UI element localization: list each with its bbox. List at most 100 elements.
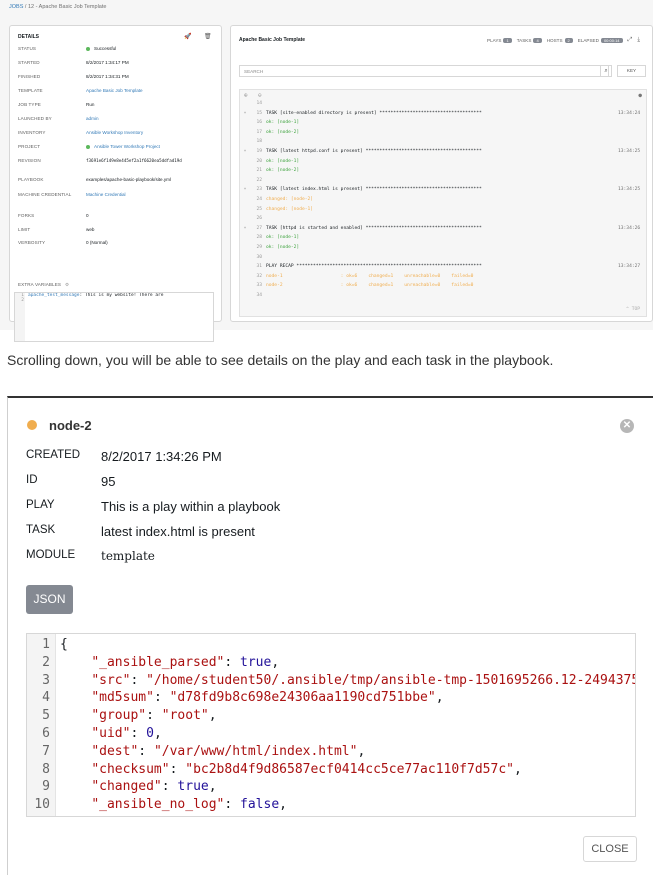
collapse-all-icon[interactable]: ⊖ [258, 92, 262, 99]
log-line: 20 ok: [node-1] [240, 159, 646, 169]
detail-value-wrap: Ansible Tower Workshop Project [86, 144, 218, 149]
log-line-timestamp: 13:34:26 [618, 225, 641, 231]
scroll-top-link[interactable]: ^ TOP [626, 307, 640, 312]
breadcrumb-separator: / [24, 4, 27, 10]
log-line: 17 ok: [node-2] [240, 130, 646, 140]
log-line-text [266, 101, 618, 111]
download-icon[interactable]: ⤓ [637, 37, 640, 44]
log-line-text: TASK [latest index.html is present] ****… [266, 187, 482, 193]
log-line-text: ok: [node-1] [266, 235, 300, 241]
json-code-viewer[interactable]: 1{2 "_ansible_parsed": true, 3 "src": "/h… [26, 633, 636, 817]
modal-title: node-2 [49, 418, 92, 433]
code-line-text: "checksum": "bc2b8d4f9d86587ecf0414cc5ce… [91, 761, 522, 777]
key-button[interactable]: KEY [617, 65, 646, 77]
collapse-caret-icon[interactable]: ▾ [240, 187, 250, 197]
log-line: 33 node-2 : ok=6 changed=1 unreachable=0 … [240, 283, 646, 293]
detail-value[interactable]: Ansible Tower Workshop Project [94, 144, 160, 149]
host-event-modal: node-2 ✕ CREATED 8/2/2017 1:34:26 PM ID 95 P… [7, 396, 653, 875]
status-dot-icon [27, 420, 37, 430]
log-spacer [240, 101, 250, 111]
scroll-down-icon[interactable]: ● [638, 92, 642, 99]
breadcrumb-jobs-link[interactable]: JOBS [9, 4, 23, 10]
detail-label: REVISION [18, 158, 41, 163]
log-line-timestamp: 13:34:25 [618, 149, 641, 154]
code-line-number: 7 [42, 743, 50, 759]
log-line-timestamp [618, 207, 646, 217]
json-tab-button[interactable]: JSON [26, 585, 73, 614]
log-line: 29 ok: [node-2] [240, 245, 646, 255]
detail-value[interactable]: Ansible Workshop Inventory [86, 130, 218, 135]
log-spacer [240, 207, 250, 217]
extra-variables-label-row: EXTRA VARIABLES ⚙ [18, 282, 218, 288]
detail-value[interactable]: admin [86, 116, 218, 121]
code-line-text: "changed": true, [91, 779, 217, 795]
stdout-log[interactable]: ⊕ ⊖ ● 14 ▾ 15 TASK [site-enabled directory … [239, 89, 647, 317]
log-line-timestamp: 13:34:24 [618, 110, 641, 116]
log-line-timestamp [618, 120, 646, 130]
log-line-number: 14 [256, 101, 262, 106]
code-line: 8 "checksum": "bc2b8d4f9d86587ecf0414cc5… [27, 762, 522, 780]
detail-value[interactable]: Apache Basic Job Template [86, 88, 218, 93]
log-line: 16 ok: [node-1] [240, 120, 646, 130]
log-spacer [240, 293, 250, 303]
detail-value[interactable]: Machine Credential [86, 192, 218, 197]
expand-icon[interactable]: ⤢ [628, 37, 633, 44]
modal-detail-label: ID [26, 474, 38, 486]
code-line-number: 9 [42, 779, 50, 795]
collapse-caret-icon[interactable]: ▾ [240, 226, 250, 236]
close-icon[interactable]: ✕ [620, 419, 634, 433]
extra-var-key: apache_test_message [28, 293, 80, 298]
log-line-number: 28 [256, 235, 262, 241]
log-line-number: 19 [256, 149, 262, 154]
search-input[interactable]: SEARCH [239, 65, 609, 77]
log-line-timestamp [618, 274, 646, 284]
editor-line-number: 2 [21, 298, 24, 303]
collapse-caret-icon[interactable]: ▾ [240, 111, 250, 121]
help-icon[interactable]: ⚙ [65, 282, 69, 288]
log-spacer [240, 216, 250, 226]
modal-detail-value: 95 [101, 474, 116, 489]
log-line-timestamp [618, 293, 646, 303]
search-icon[interactable]: ⌕ [600, 65, 612, 77]
log-line-timestamp [618, 139, 646, 149]
extra-variables-editor[interactable]: 1 2 apache_test_message: This is my webs… [14, 292, 214, 342]
log-spacer [240, 197, 250, 207]
detail-row: PLAYBOOK examples/apache-basic-playbook/s… [18, 177, 218, 182]
detail-row: TEMPLATE Apache Basic Job Template [18, 88, 218, 93]
log-line: ▾ 19 TASK [latest httpd.conf is present] *… [240, 149, 646, 159]
detail-value: 8/2/2017 1:34:31 PM [86, 74, 129, 79]
code-line-number: 3 [42, 672, 50, 688]
log-line-text: TASK [site-enabled directory is present]… [266, 110, 482, 116]
log-line-timestamp [618, 197, 646, 207]
collapse-caret-icon[interactable]: ▾ [240, 149, 250, 159]
modal-detail-row: ID 95 [26, 474, 115, 489]
close-button[interactable]: CLOSE [583, 836, 637, 862]
expand-all-icon[interactable]: ⊕ [244, 92, 248, 99]
details-panel: DETAILS 🚀 🗑 STATUS Successful STARTED 8/2/2… [9, 25, 222, 342]
detail-label: STATUS [18, 46, 37, 51]
plays-stat: PLAYS 1 [487, 38, 512, 43]
detail-value: f3691e6f149e8e445ef2a1f6620ea5ddfad19d [86, 158, 182, 163]
log-line: 26 [240, 216, 646, 226]
detail-row: FORKS 0 [18, 213, 218, 218]
detail-label: STARTED [18, 60, 40, 65]
log-line-text [266, 293, 618, 303]
relaunch-icon[interactable]: 🚀 [184, 33, 191, 40]
code-line-number: 2 [42, 654, 50, 670]
log-spacer [240, 255, 250, 265]
log-line-number: 21 [256, 168, 262, 174]
modal-detail-value: template [101, 549, 155, 563]
log-line-timestamp [618, 216, 646, 226]
hosts-stat: HOSTS 2 [547, 38, 573, 43]
delete-icon[interactable]: 🗑 [204, 33, 212, 40]
code-line-number: 4 [42, 690, 50, 706]
log-line-timestamp [618, 245, 646, 255]
detail-label: VERBOSITY [18, 240, 46, 245]
log-spacer [240, 139, 250, 149]
log-line: 18 [240, 139, 646, 149]
detail-label: JOB TYPE [18, 102, 41, 107]
detail-label: PLAYBOOK [18, 177, 44, 182]
output-stats: PLAYS 1 TASKS 4 HOSTS 2 ELAPSED 00:00:14 ⤢ ⤓ [487, 37, 640, 44]
code-line: 9 "changed": true, [27, 779, 217, 797]
code-line: 2 "_ansible_parsed": true, [27, 655, 279, 673]
